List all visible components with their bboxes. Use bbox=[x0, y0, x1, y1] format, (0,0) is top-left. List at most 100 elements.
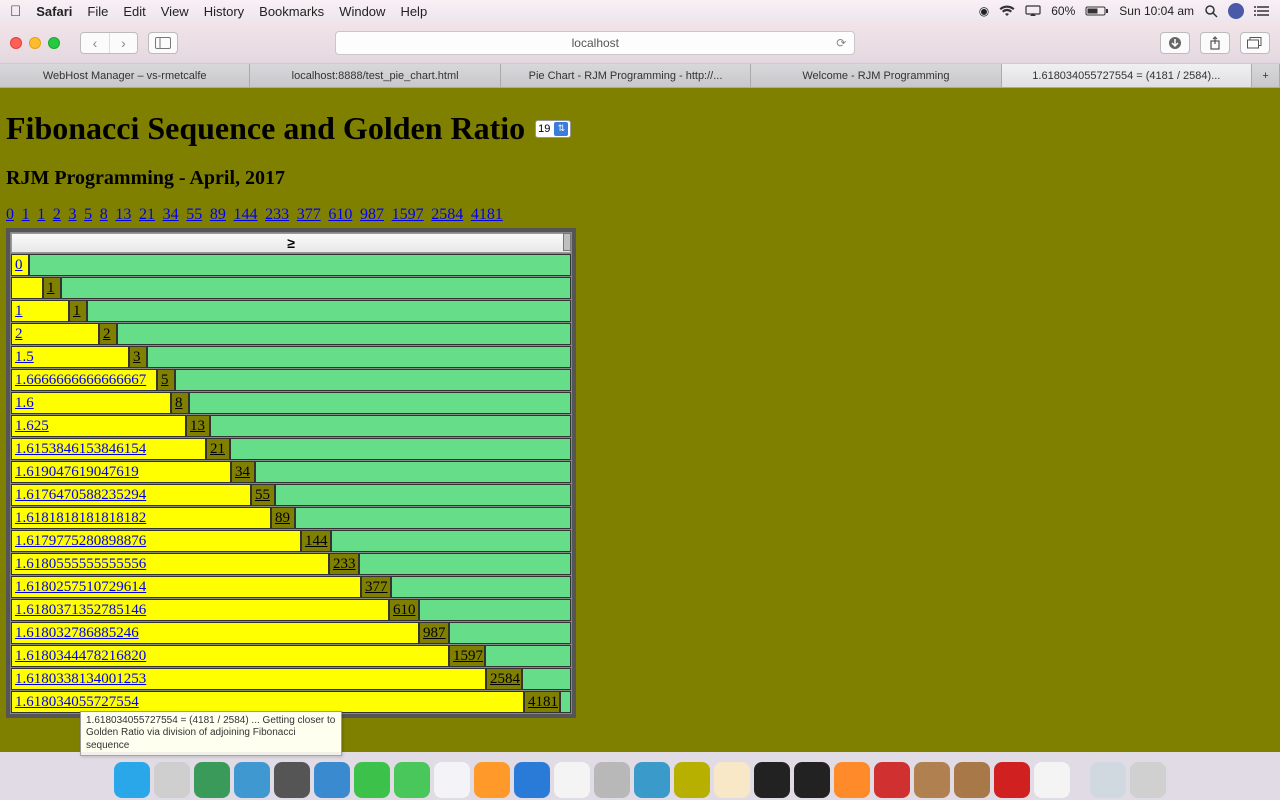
spotlight-icon[interactable] bbox=[1204, 4, 1218, 18]
table-header[interactable]: ≥ bbox=[11, 233, 571, 253]
fibonacci-link[interactable]: 55 bbox=[186, 206, 202, 223]
fib-cell[interactable]: 1 bbox=[43, 277, 61, 299]
ratio-cell[interactable]: 1.6176470588235294 bbox=[11, 484, 251, 506]
fib-cell[interactable]: 34 bbox=[231, 461, 255, 483]
fibonacci-link[interactable]: 144 bbox=[234, 206, 258, 223]
reload-icon[interactable]: ⟳ bbox=[836, 36, 846, 50]
sequence-length-select[interactable]: 19 ⇅ bbox=[535, 120, 571, 138]
dock-item-photos[interactable] bbox=[274, 762, 310, 798]
dock-item-folder[interactable] bbox=[1090, 762, 1126, 798]
fibonacci-link[interactable]: 0 bbox=[6, 206, 14, 223]
fib-cell[interactable]: 13 bbox=[186, 415, 210, 437]
ratio-cell[interactable]: 1.6180338134001253 bbox=[11, 668, 486, 690]
fibonacci-link[interactable]: 610 bbox=[328, 206, 352, 223]
dock-item-app3[interactable] bbox=[914, 762, 950, 798]
dock-item-appstore[interactable] bbox=[514, 762, 550, 798]
fib-cell[interactable]: 233 bbox=[329, 553, 359, 575]
menu-help[interactable]: Help bbox=[400, 4, 427, 19]
fibonacci-link[interactable]: 8 bbox=[100, 206, 108, 223]
fib-cell[interactable]: 21 bbox=[206, 438, 230, 460]
fibonacci-link[interactable]: 5 bbox=[84, 206, 92, 223]
fib-cell[interactable]: 610 bbox=[389, 599, 419, 621]
app-menu[interactable]: Safari bbox=[36, 4, 72, 19]
ratio-cell[interactable]: 1.6666666666666667 bbox=[11, 369, 157, 391]
back-button[interactable]: ‹ bbox=[81, 33, 109, 53]
tab[interactable]: WebHost Manager – vs-rmetcalfe bbox=[0, 64, 250, 87]
dock-item-firefox[interactable] bbox=[834, 762, 870, 798]
ratio-cell[interactable]: 1.619047619047619 bbox=[11, 461, 231, 483]
menu-bookmarks[interactable]: Bookmarks bbox=[259, 4, 324, 19]
fibonacci-link[interactable]: 1 bbox=[37, 206, 45, 223]
fib-cell[interactable]: 4181 bbox=[524, 691, 560, 713]
close-window-button[interactable] bbox=[10, 37, 22, 49]
fibonacci-link[interactable]: 13 bbox=[115, 206, 131, 223]
ratio-cell[interactable]: 1.6 bbox=[11, 392, 171, 414]
fibonacci-link[interactable]: 21 bbox=[139, 206, 155, 223]
tab[interactable]: Welcome - RJM Programming bbox=[751, 64, 1001, 87]
dock-item-filezilla[interactable] bbox=[994, 762, 1030, 798]
fibonacci-link[interactable]: 2584 bbox=[431, 206, 463, 223]
fib-cell[interactable]: 1597 bbox=[449, 645, 485, 667]
ratio-cell[interactable]: 1.625 bbox=[11, 415, 186, 437]
fibonacci-link[interactable]: 377 bbox=[297, 206, 321, 223]
dock-item-calendar[interactable] bbox=[554, 762, 590, 798]
dock-item-ibooks[interactable] bbox=[474, 762, 510, 798]
minimize-window-button[interactable] bbox=[29, 37, 41, 49]
battery-icon[interactable] bbox=[1085, 5, 1109, 17]
fibonacci-link[interactable]: 2 bbox=[53, 206, 61, 223]
fib-cell[interactable]: 1 bbox=[69, 300, 87, 322]
dock-item-spacer[interactable] bbox=[1074, 762, 1086, 798]
dock-item-messages2[interactable] bbox=[394, 762, 430, 798]
ratio-cell[interactable]: 1.6180257510729614 bbox=[11, 576, 361, 598]
menu-list-icon[interactable] bbox=[1254, 5, 1270, 17]
fibonacci-link[interactable]: 89 bbox=[210, 206, 226, 223]
share-button[interactable] bbox=[1200, 32, 1230, 54]
dock-item-app1[interactable] bbox=[674, 762, 710, 798]
fib-cell[interactable]: 987 bbox=[419, 622, 449, 644]
fibonacci-link[interactable]: 34 bbox=[163, 206, 179, 223]
notification-icon[interactable] bbox=[1228, 3, 1244, 19]
fibonacci-link[interactable]: 1 bbox=[22, 206, 30, 223]
menu-file[interactable]: File bbox=[87, 4, 108, 19]
fib-cell[interactable]: 2 bbox=[99, 323, 117, 345]
fib-cell[interactable]: 3 bbox=[129, 346, 147, 368]
dock-item-settings[interactable] bbox=[594, 762, 630, 798]
dock-item-messages[interactable] bbox=[354, 762, 390, 798]
tab[interactable]: Pie Chart - RJM Programming - http://... bbox=[501, 64, 751, 87]
sidebar-button[interactable] bbox=[148, 32, 178, 54]
dock-item-finder[interactable] bbox=[114, 762, 150, 798]
wifi-icon[interactable] bbox=[999, 5, 1015, 17]
ratio-cell[interactable]: 1.6179775280898876 bbox=[11, 530, 301, 552]
zoom-window-button[interactable] bbox=[48, 37, 60, 49]
dock-item-preview[interactable] bbox=[234, 762, 270, 798]
tab[interactable]: 1.618034055727554 = (4181 / 2584)... bbox=[1002, 64, 1252, 87]
fibonacci-link[interactable]: 233 bbox=[265, 206, 289, 223]
ratio-cell[interactable]: 1.5 bbox=[11, 346, 129, 368]
menu-view[interactable]: View bbox=[161, 4, 189, 19]
fib-cell[interactable]: 2584 bbox=[486, 668, 522, 690]
apple-menu-icon[interactable]:  bbox=[10, 3, 21, 20]
tab[interactable]: localhost:8888/test_pie_chart.html bbox=[250, 64, 500, 87]
fib-cell[interactable]: 5 bbox=[157, 369, 175, 391]
fib-cell[interactable]: 144 bbox=[301, 530, 331, 552]
ratio-cell[interactable]: 1.6180555555555556 bbox=[11, 553, 329, 575]
ratio-cell[interactable]: 1 bbox=[11, 300, 69, 322]
dock-item-terminal[interactable] bbox=[754, 762, 790, 798]
dock-item-trash[interactable] bbox=[1130, 762, 1166, 798]
dock-item-activity[interactable] bbox=[194, 762, 230, 798]
fib-cell[interactable]: 89 bbox=[271, 507, 295, 529]
dock-item-launchpad[interactable] bbox=[154, 762, 190, 798]
fib-cell[interactable]: 8 bbox=[171, 392, 189, 414]
url-bar[interactable]: localhost ⟳ bbox=[335, 31, 855, 55]
dock-item-gimp[interactable] bbox=[954, 762, 990, 798]
fibonacci-link[interactable]: 4181 bbox=[471, 206, 503, 223]
ratio-cell[interactable]: 1.6180371352785146 bbox=[11, 599, 389, 621]
ratio-cell[interactable]: 1.618032786885246 bbox=[11, 622, 419, 644]
ratio-cell[interactable]: 2 bbox=[11, 323, 99, 345]
forward-button[interactable]: › bbox=[109, 33, 137, 53]
fibonacci-link[interactable]: 1597 bbox=[392, 206, 424, 223]
fib-cell[interactable]: 377 bbox=[361, 576, 391, 598]
dock-item-app2[interactable] bbox=[714, 762, 750, 798]
menu-history[interactable]: History bbox=[204, 4, 244, 19]
dock-item-chrome[interactable] bbox=[1034, 762, 1070, 798]
